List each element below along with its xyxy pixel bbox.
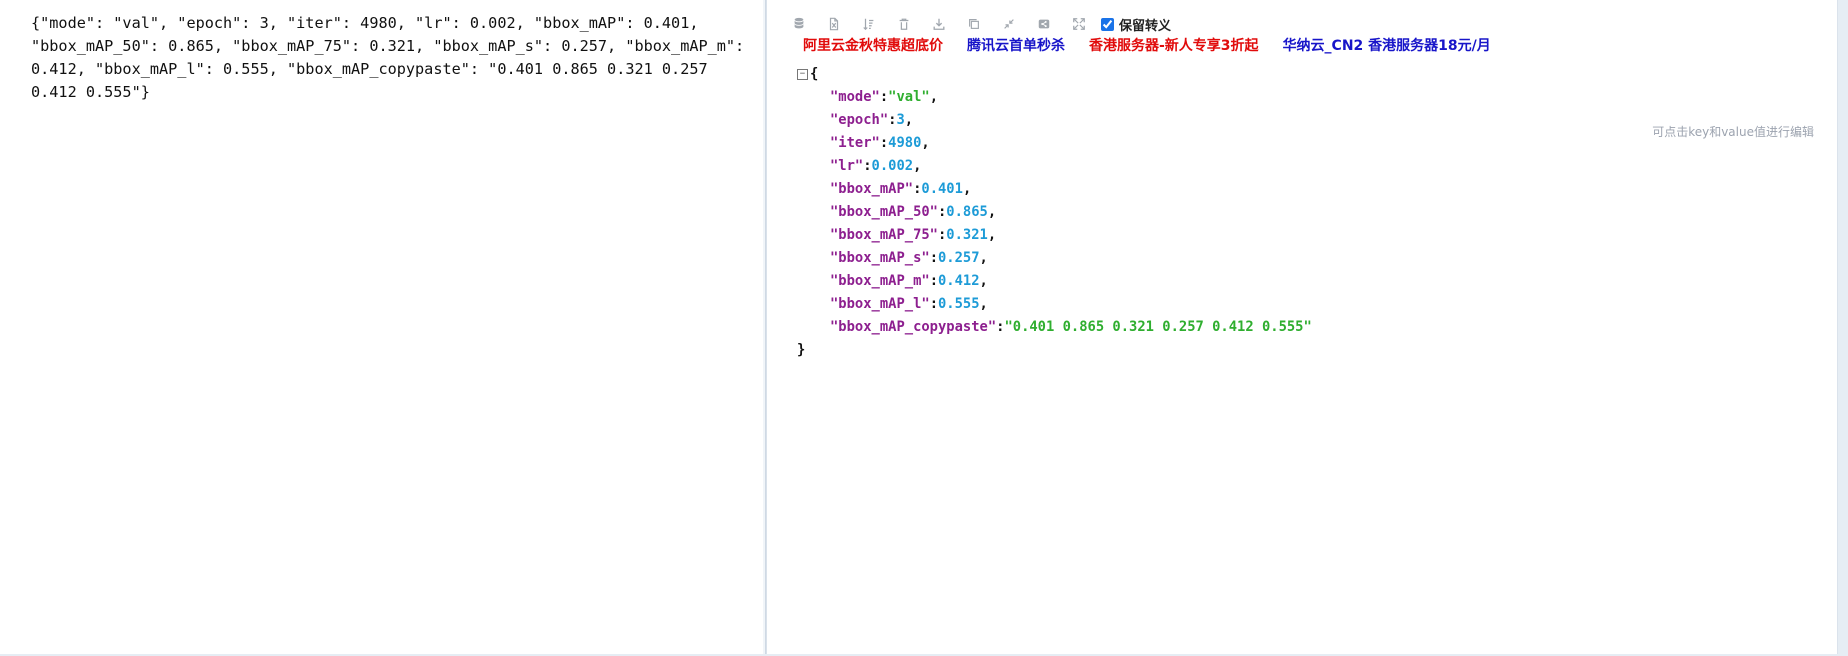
edit-hint: 可点击key和value值进行编辑 <box>1652 125 1814 139</box>
json-key[interactable]: "bbox_mAP_l" <box>830 293 930 316</box>
tencent-promo-link[interactable]: 腾讯云首单秒杀 <box>967 35 1065 55</box>
raw-json-text[interactable]: {"mode": "val", "epoch": 3, "iter": 4980… <box>31 12 755 104</box>
json-key[interactable]: "bbox_mAP_50" <box>830 201 938 224</box>
json-key[interactable]: "bbox_mAP_75" <box>830 224 938 247</box>
raw-json-editor-pane[interactable]: {"mode": "val", "epoch": 3, "iter": 4980… <box>0 0 766 654</box>
compress-icon[interactable] <box>991 12 1026 36</box>
close-brace: } <box>797 342 806 358</box>
database-icon[interactable] <box>781 12 816 36</box>
sort-icon[interactable] <box>851 12 886 36</box>
json-row-bbox-map-s[interactable]: "bbox_mAP_s":0.257, <box>830 247 1312 270</box>
json-value[interactable]: 0.865 <box>946 201 988 224</box>
json-value[interactable]: "val" <box>888 86 930 109</box>
json-key[interactable]: "iter" <box>830 132 880 155</box>
json-value[interactable]: 3 <box>896 109 904 132</box>
keep-escape-label: 保留转义 <box>1119 18 1172 34</box>
json-row-bbox-map[interactable]: "bbox_mAP":0.401, <box>830 178 1312 201</box>
json-viewer-app: {"mode": "val", "epoch": 3, "iter": 4980… <box>0 0 1848 656</box>
hongkong-server-promo-link[interactable]: 香港服务器-新人专享3折起 <box>1089 35 1259 55</box>
json-value[interactable]: 0.555 <box>938 293 980 316</box>
json-value[interactable]: "0.401 0.865 0.321 0.257 0.412 0.555" <box>1004 316 1311 339</box>
huanayun-promo-link[interactable]: 华纳云_CN2 香港服务器18元/月 <box>1283 35 1491 55</box>
share-icon[interactable] <box>1026 12 1061 36</box>
json-key[interactable]: "lr" <box>830 155 863 178</box>
json-toolbar: 保留转义 <box>781 12 1171 36</box>
json-value[interactable]: 0.321 <box>946 224 988 247</box>
json-row-mode[interactable]: "mode": "val", <box>830 86 1312 109</box>
json-row-bbox-map-copypaste[interactable]: "bbox_mAP_copypaste": "0.401 0.865 0.321 … <box>830 316 1312 339</box>
json-value[interactable]: 0.002 <box>872 155 914 178</box>
json-key[interactable]: "bbox_mAP_s" <box>830 247 930 270</box>
json-value[interactable]: 0.257 <box>938 247 980 270</box>
json-key[interactable]: "bbox_mAP_m" <box>830 270 930 293</box>
keep-escape-checkbox[interactable] <box>1101 17 1114 31</box>
aliyun-promo-link[interactable]: 阿里云金秋特惠超底价 <box>803 35 943 55</box>
json-value[interactable]: 0.412 <box>938 270 980 293</box>
json-key[interactable]: "epoch" <box>830 109 888 132</box>
formatted-json-tree[interactable]: − { "mode": "val", "epoch":3, "iter":4980… <box>797 63 1312 362</box>
trash-icon[interactable] <box>886 12 921 36</box>
json-key[interactable]: "bbox_mAP_copypaste" <box>830 316 996 339</box>
json-row-bbox-map-l[interactable]: "bbox_mAP_l":0.555, <box>830 293 1312 316</box>
json-open-line: − { <box>797 63 1312 86</box>
json-row-lr[interactable]: "lr":0.002, <box>830 155 1312 178</box>
excel-icon[interactable] <box>816 12 851 36</box>
json-row-epoch[interactable]: "epoch":3, <box>830 109 1312 132</box>
json-row-bbox-map-m[interactable]: "bbox_mAP_m":0.412, <box>830 270 1312 293</box>
json-value[interactable]: 0.401 <box>921 178 963 201</box>
json-row-bbox-map-75[interactable]: "bbox_mAP_75":0.321, <box>830 224 1312 247</box>
json-value[interactable]: 4980 <box>888 132 921 155</box>
json-key[interactable]: "bbox_mAP" <box>830 178 913 201</box>
download-icon[interactable] <box>921 12 956 36</box>
copy-icon[interactable] <box>956 12 991 36</box>
json-row-bbox-map-50[interactable]: "bbox_mAP_50":0.865, <box>830 201 1312 224</box>
fullscreen-icon[interactable] <box>1061 12 1096 36</box>
open-brace: { <box>810 66 819 82</box>
json-key[interactable]: "mode" <box>830 86 880 109</box>
json-close-line: } <box>797 339 1312 362</box>
collapse-icon[interactable]: − <box>797 69 808 80</box>
keep-escape-toggle[interactable]: 保留转义 <box>1101 15 1171 34</box>
json-row-iter[interactable]: "iter":4980, <box>830 132 1312 155</box>
formatted-json-pane: 保留转义 阿里云金秋特惠超底价 腾讯云首单秒杀 香港服务器-新人专享3折起 华纳… <box>766 0 1838 654</box>
advertisement-links: 阿里云金秋特惠超底价 腾讯云首单秒杀 香港服务器-新人专享3折起 华纳云_CN2… <box>803 35 1491 55</box>
